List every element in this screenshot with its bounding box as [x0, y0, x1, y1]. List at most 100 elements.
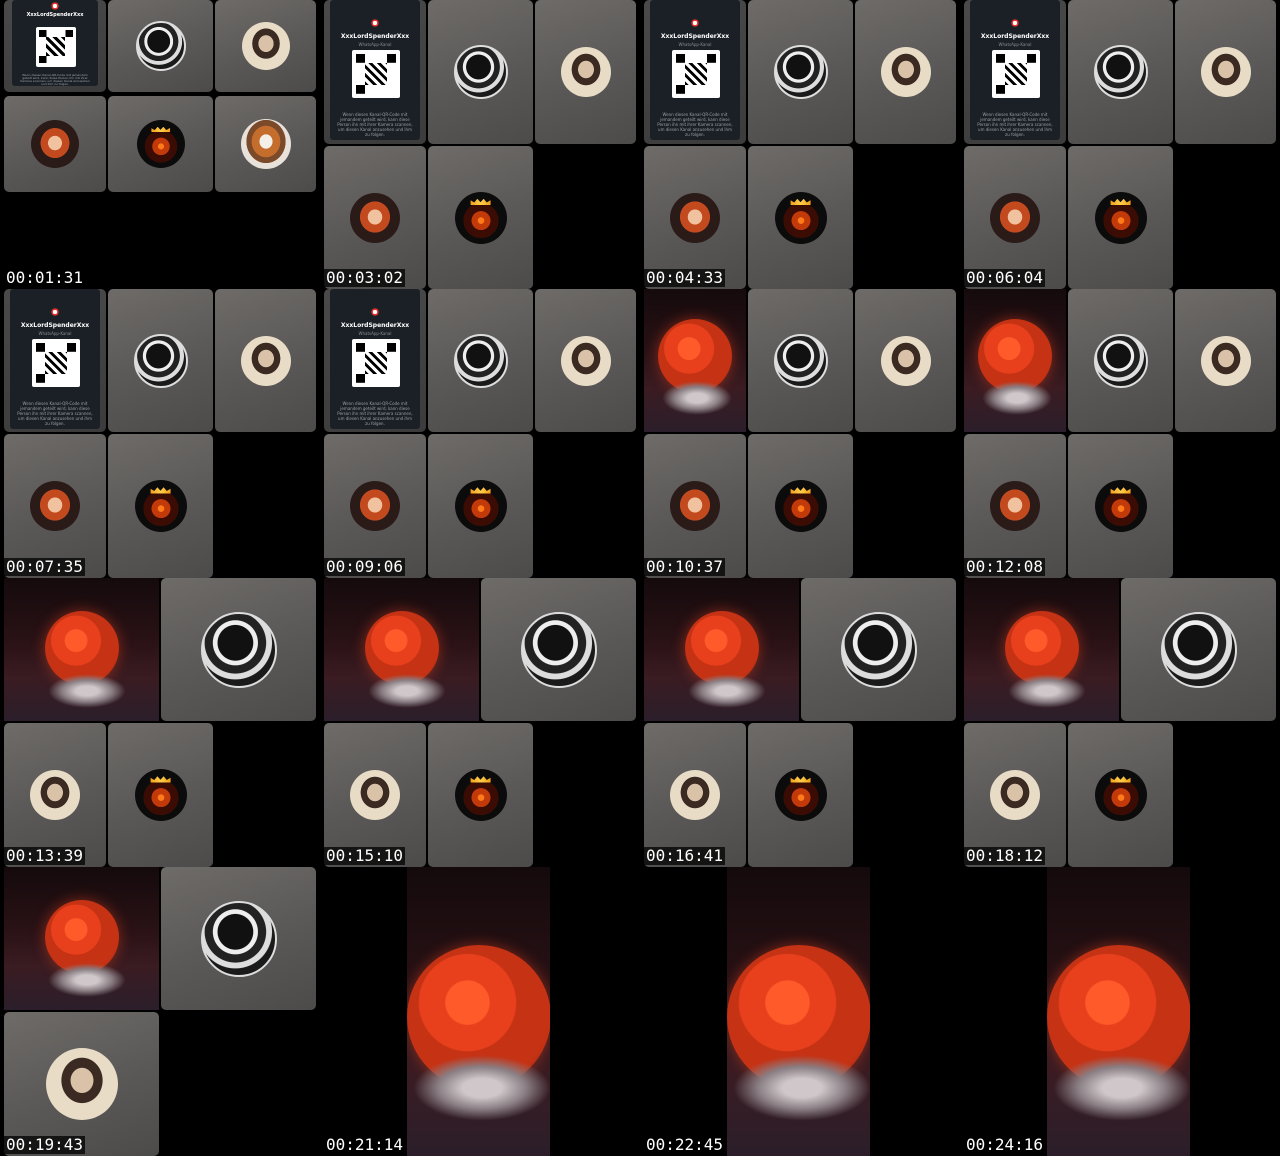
avatar-dog-icon — [240, 119, 291, 169]
qr-card-name: XxxLordSpenderXxx — [26, 12, 84, 18]
avatar-man-icon — [453, 45, 508, 99]
crown-icon — [790, 776, 811, 783]
crown-icon — [790, 198, 811, 205]
avatar-woman-icon — [990, 770, 1040, 820]
app-logo-icon — [370, 18, 380, 28]
thumbnail-9[interactable]: 00:13:39 — [0, 578, 320, 867]
cloud-image — [48, 674, 126, 708]
participant-tile — [215, 289, 316, 432]
timestamp: 00:10:37 — [644, 557, 726, 576]
qr-card: XxxLordSpenderXxx WhatsApp-Kanal Wenn di… — [330, 289, 420, 429]
moon-video-tile — [4, 578, 159, 721]
thumbnail-8[interactable]: 00:12:08 — [960, 289, 1280, 578]
qr-card-caption: Wenn diesen Kanal-QR-Code mit jemandem g… — [337, 401, 413, 426]
moon-video-tile — [644, 289, 746, 432]
participant-tile — [481, 578, 636, 721]
participant-tile — [748, 723, 853, 867]
cloud-image — [662, 381, 732, 415]
avatar-logo-icon — [1094, 191, 1147, 244]
thumbnail-7[interactable]: 00:10:37 — [640, 289, 960, 578]
qr-card: XxxLordSpenderXxx WhatsApp-Kanal Wenn di… — [330, 0, 420, 140]
app-logo-icon — [50, 1, 60, 11]
thumbnail-1[interactable]: XxxLordSpenderXxx Wenn diesen Kanal-QR-C… — [0, 0, 320, 289]
participant-tile — [215, 96, 316, 192]
timestamp: 00:07:35 — [4, 557, 86, 576]
avatar-logo-icon — [774, 480, 827, 532]
moon-video-tile — [644, 578, 799, 721]
thumbnail-3[interactable]: XxxLordSpenderXxx WhatsApp-Kanal Wenn di… — [640, 0, 960, 289]
qr-card-caption: Wenn diesen Kanal-QR-Code mit jemandem g… — [657, 112, 733, 137]
thumbnail-5[interactable]: XxxLordSpenderXxx WhatsApp-Kanal Wenn di… — [0, 289, 320, 578]
crown-icon — [470, 776, 491, 783]
avatar-redhead-icon — [670, 481, 720, 531]
thumbnail-12[interactable]: 00:18:12 — [960, 578, 1280, 867]
thumbnail-4[interactable]: XxxLordSpenderXxx WhatsApp-Kanal Wenn di… — [960, 0, 1280, 289]
avatar-logo-icon — [134, 769, 187, 821]
qr-card-name: XxxLordSpenderXxx — [660, 33, 730, 40]
app-logo-icon — [1010, 18, 1020, 28]
avatar-logo-icon — [136, 120, 185, 168]
participant-tile — [428, 289, 533, 432]
moon-video-tile — [964, 578, 1119, 721]
crown-icon — [150, 126, 171, 133]
timestamp: 00:01:31 — [4, 268, 86, 287]
thumbnail-16[interactable]: 00:24:16 — [960, 867, 1280, 1156]
timestamp: 00:18:12 — [964, 846, 1046, 865]
crown-icon — [470, 487, 491, 494]
avatar-logo-icon — [454, 769, 507, 821]
avatar-man-icon — [1160, 611, 1237, 688]
avatar-man-icon — [520, 611, 597, 688]
timestamp: 00:03:02 — [324, 268, 406, 287]
app-logo-icon — [690, 18, 700, 28]
avatar-logo-icon — [1094, 769, 1147, 821]
participant-tile — [4, 96, 106, 192]
thumbnail-13[interactable]: 00:19:43 — [0, 867, 320, 1156]
avatar-woman-icon — [241, 22, 290, 70]
participant-tile — [161, 867, 316, 1010]
thumbnail-10[interactable]: 00:15:10 — [320, 578, 640, 867]
participant-tile — [1068, 146, 1173, 289]
participant-tile — [428, 146, 533, 289]
avatar-man-icon — [133, 333, 188, 388]
participant-tile — [1175, 289, 1276, 432]
avatar-man-icon — [1093, 333, 1148, 388]
moon-video-tile — [407, 867, 550, 1156]
avatar-redhead-icon — [990, 192, 1040, 243]
qr-card-name: XxxLordSpenderXxx — [980, 33, 1050, 40]
cloud-image — [733, 1055, 870, 1121]
avatar-man-icon — [200, 900, 277, 977]
avatar-man-icon — [1093, 45, 1148, 99]
avatar-logo-icon — [454, 480, 507, 532]
participant-tile — [748, 289, 853, 432]
crown-icon — [790, 487, 811, 494]
crown-icon — [150, 487, 171, 494]
participant-tile — [748, 146, 853, 289]
avatar-redhead-icon — [670, 192, 720, 243]
avatar-redhead-icon — [30, 481, 80, 531]
qr-card-subtitle: WhatsApp-Kanal — [38, 331, 72, 336]
thumbnail-14[interactable]: 00:21:14 — [320, 867, 640, 1156]
thumbnail-2[interactable]: XxxLordSpenderXxx WhatsApp-Kanal Wenn di… — [320, 0, 640, 289]
thumbnail-15[interactable]: 00:22:45 — [640, 867, 960, 1156]
timestamp: 00:13:39 — [4, 846, 86, 865]
participant-tile — [535, 289, 636, 432]
avatar-woman-icon — [880, 335, 931, 386]
app-logo-icon — [50, 307, 60, 317]
thumbnail-6[interactable]: XxxLordSpenderXxx WhatsApp-Kanal Wenn di… — [320, 289, 640, 578]
qr-tile: XxxLordSpenderXxx WhatsApp-Kanal Wenn di… — [964, 0, 1066, 144]
timestamp: 00:15:10 — [324, 846, 406, 865]
thumbnail-11[interactable]: 00:16:41 — [640, 578, 960, 867]
qr-code-icon — [352, 50, 400, 98]
moon-video-tile — [964, 289, 1066, 432]
moon-video-tile — [1047, 867, 1190, 1156]
app-logo-icon — [370, 307, 380, 317]
qr-code-icon — [352, 339, 400, 387]
participant-tile — [535, 0, 636, 144]
crown-icon — [1110, 487, 1131, 494]
qr-code-icon — [36, 27, 76, 67]
moon-video-tile — [4, 867, 159, 1010]
cloud-image — [413, 1055, 550, 1121]
crown-icon — [470, 198, 491, 205]
qr-card-subtitle: WhatsApp-Kanal — [998, 42, 1032, 47]
timestamp: 00:21:14 — [324, 1135, 406, 1154]
